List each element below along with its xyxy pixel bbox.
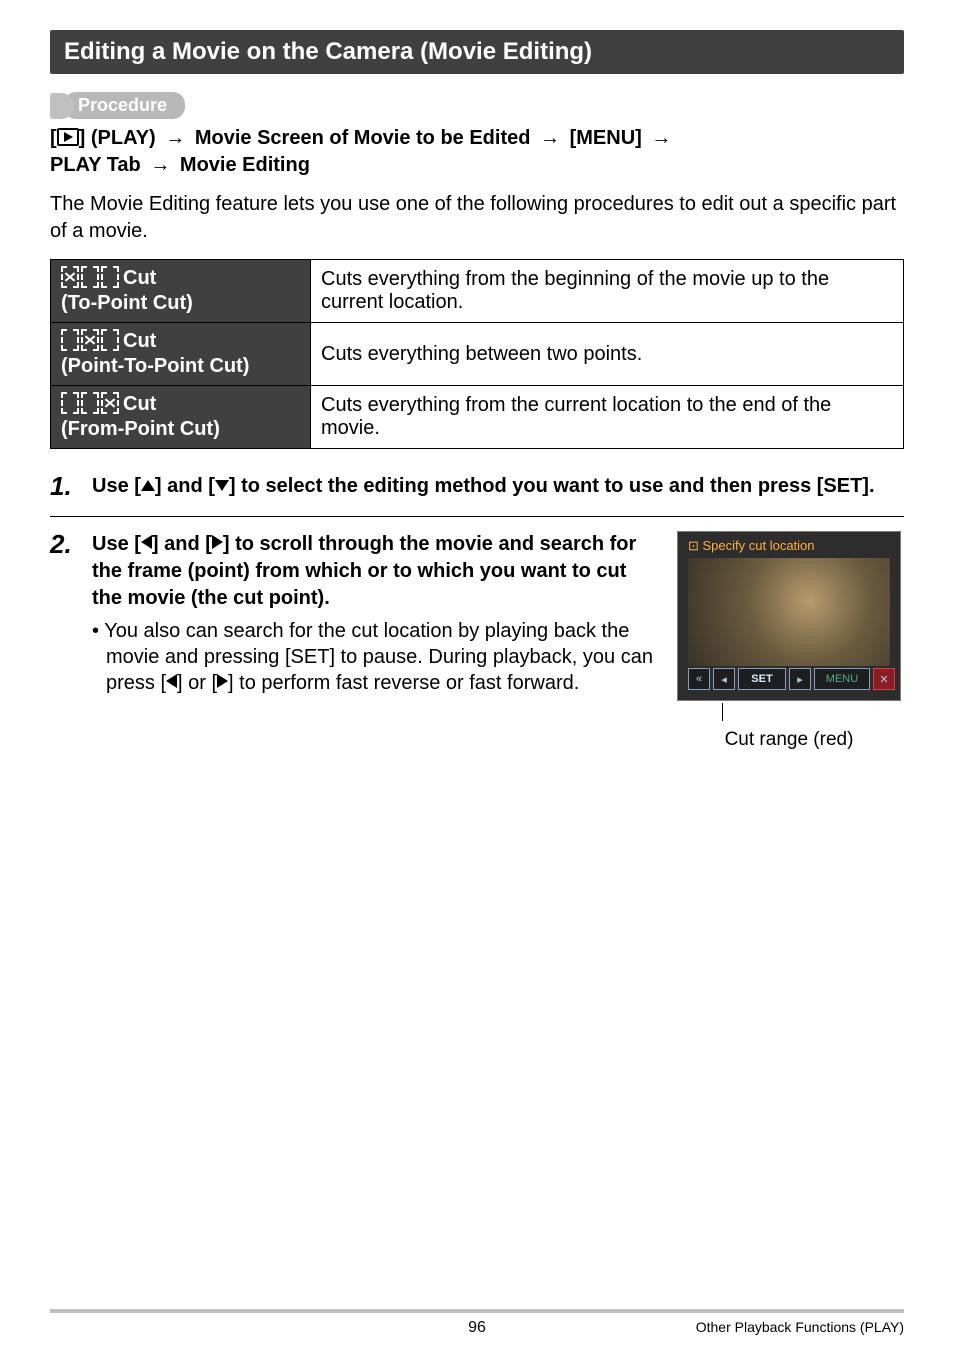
- path-seg-play-tab: PLAY Tab: [50, 154, 141, 176]
- up-arrow-icon: [141, 480, 155, 491]
- step-1-mid2: ] to select the editing method you want …: [229, 475, 875, 497]
- step-2-row: 2. Use [] and [] to scroll through the m…: [50, 516, 904, 751]
- intro-text: The Movie Editing feature lets you use o…: [50, 191, 904, 245]
- cut-options-table: Cut (To-Point Cut) Cuts everything from …: [50, 259, 904, 449]
- filmstrip-point-to-point-icon: [61, 329, 119, 351]
- thumb-scene-image: [688, 558, 890, 666]
- thumb-menu-button: MENU: [814, 668, 870, 690]
- pointer-line: [722, 703, 723, 721]
- procedure-path: [ ] (PLAY) → Movie Screen of Movie to be …: [50, 125, 904, 179]
- step-2-pre: Use [: [92, 533, 141, 555]
- thumb-control-bar: « ◂ SET ▸ MENU ✕: [688, 668, 890, 690]
- thumb-header: ⊡ Specify cut location: [688, 538, 815, 554]
- cut-desc: Cuts everything from the current locatio…: [311, 386, 904, 449]
- procedure-bullet-icon: [50, 93, 74, 119]
- thumbnail-caption: Cut range (red): [674, 729, 904, 751]
- cut-title: Cut: [123, 330, 156, 352]
- cut-label-to-point: Cut (To-Point Cut): [51, 260, 311, 323]
- down-arrow-icon: [215, 480, 229, 491]
- cut-title: Cut: [123, 393, 156, 415]
- step-2-note-post: ] to perform fast reverse or fast forwar…: [228, 672, 579, 694]
- table-row: Cut (From-Point Cut) Cuts everything fro…: [51, 386, 904, 449]
- path-seg-menu: [MENU]: [570, 127, 642, 149]
- step-2-title: Use [] and [] to scroll through the movi…: [92, 531, 654, 612]
- step-1: 1. Use [ ] and [ ] to select the editing m…: [50, 473, 904, 506]
- left-arrow-icon: [166, 674, 177, 688]
- step-1-title: Use [ ] and [ ] to select the editing meth…: [92, 473, 904, 500]
- path-seg-movie-editing: Movie Editing: [180, 154, 310, 176]
- play-icon: [57, 128, 79, 146]
- step-number: 1.: [50, 473, 82, 506]
- cut-label-from-point: Cut (From-Point Cut): [51, 386, 311, 449]
- step-2: 2. Use [] and [] to scroll through the m…: [50, 531, 654, 696]
- arrow-icon: →: [146, 152, 174, 179]
- table-row: Cut (Point-To-Point Cut) Cuts everything…: [51, 323, 904, 386]
- filmstrip-from-point-icon: [61, 392, 119, 414]
- arrow-icon: →: [647, 125, 675, 152]
- step-2-note: • You also can search for the cut locati…: [92, 618, 654, 696]
- thumb-right-icon: ▸: [789, 668, 811, 690]
- right-arrow-icon: [217, 674, 228, 688]
- step-2-note-mid: ] or [: [177, 672, 217, 694]
- step-2-mid1: ] and [: [152, 533, 212, 555]
- page-number: 96: [468, 1319, 486, 1337]
- step-1-mid1: ] and [: [155, 475, 215, 497]
- camera-preview-thumbnail: ⊡ Specify cut location « ◂ SET ▸ MENU ✕: [677, 531, 901, 701]
- cut-label-point-to-point: Cut (Point-To-Point Cut): [51, 323, 311, 386]
- cut-desc: Cuts everything between two points.: [311, 323, 904, 386]
- procedure-row: Procedure: [50, 92, 904, 119]
- thumb-left-icon: ◂: [713, 668, 735, 690]
- path-seg-movie-screen: Movie Screen of Movie to be Edited: [195, 127, 531, 149]
- thumb-set-button: SET: [738, 668, 786, 690]
- arrow-icon: →: [161, 125, 189, 152]
- thumb-close-icon: ✕: [873, 668, 895, 690]
- left-arrow-icon: [141, 535, 152, 549]
- filmstrip-to-point-icon: [61, 266, 119, 288]
- thumb-fast-left-icon: «: [688, 668, 710, 690]
- procedure-label: Procedure: [64, 92, 185, 119]
- step-number: 2.: [50, 531, 82, 696]
- cut-title: Cut: [123, 267, 156, 289]
- path-seg-open: [: [50, 127, 57, 149]
- section-title: Editing a Movie on the Camera (Movie Edi…: [50, 30, 904, 74]
- path-seg-play: ] (PLAY): [79, 127, 156, 149]
- cut-subtitle: (From-Point Cut): [61, 418, 220, 440]
- footer-section: Other Playback Functions (PLAY): [696, 1319, 904, 1335]
- table-row: Cut (To-Point Cut) Cuts everything from …: [51, 260, 904, 323]
- arrow-icon: →: [536, 125, 564, 152]
- cut-subtitle: (To-Point Cut): [61, 292, 193, 314]
- thumbnail-column: ⊡ Specify cut location « ◂ SET ▸ MENU ✕ …: [674, 531, 904, 751]
- cut-desc: Cuts everything from the beginning of th…: [311, 260, 904, 323]
- page-footer: 96 Other Playback Functions (PLAY): [50, 1309, 904, 1337]
- right-arrow-icon: [212, 535, 223, 549]
- cut-subtitle: (Point-To-Point Cut): [61, 355, 249, 377]
- step-1-pre: Use [: [92, 475, 141, 497]
